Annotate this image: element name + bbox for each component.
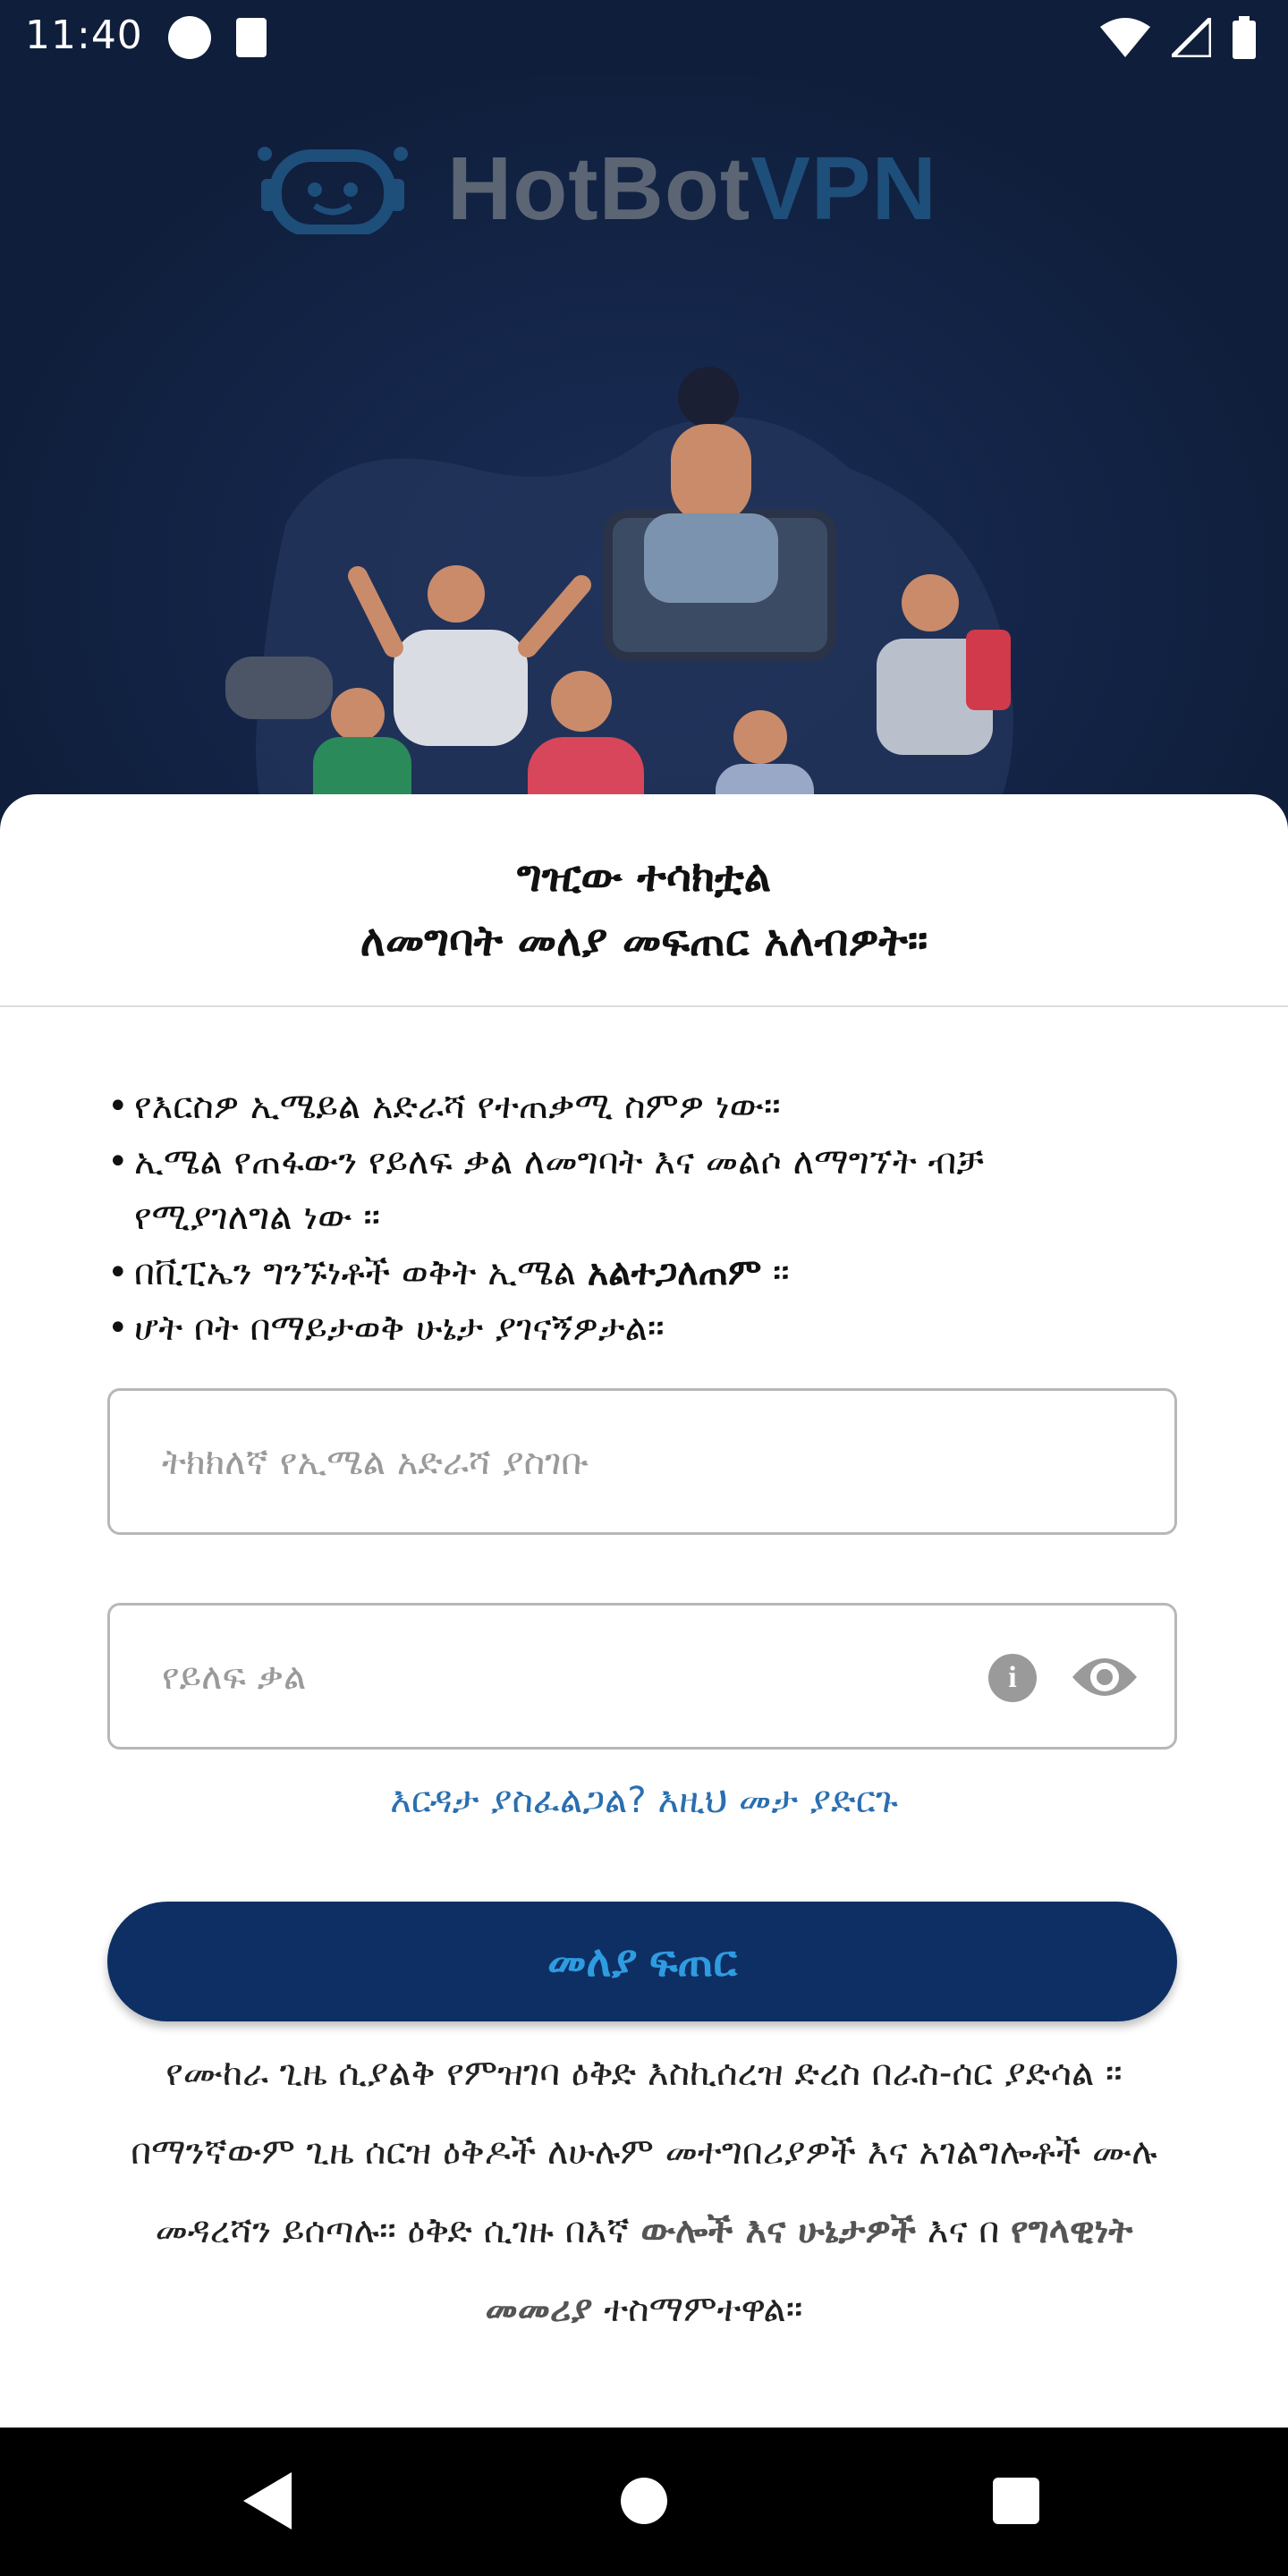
home-circle-icon[interactable] xyxy=(621,2478,667,2524)
recents-square-icon[interactable] xyxy=(993,2478,1039,2524)
eye-icon[interactable] xyxy=(1071,1652,1139,1702)
bullet-item: በቪፒኤን ግንኙነቶች ወቅት ኢሜል አልተጋለጠም ። xyxy=(107,1245,1199,1301)
wifi-icon xyxy=(1100,18,1150,57)
account-sheet: ግዢው ተሳክቷል ለመግባት መለያ መፍጠር አለብዎት። የእርስዎ ኢሜ… xyxy=(0,794,1288,2428)
sheet-title: ግዢው ተሳክቷል ለመግባት መለያ መፍጠር አለብዎት። xyxy=(0,844,1288,973)
back-triangle-icon[interactable] xyxy=(243,2472,292,2529)
info-icon[interactable]: i xyxy=(988,1654,1037,1702)
bullet-item: የእርስዎ ኢሜይል አድራሻ የተጠቃሚ ስምዎ ነው። xyxy=(107,1079,1199,1134)
bullet-item: ሆት ቦት በማይታወቅ ሁኔታ ያገናኝዎታል። xyxy=(107,1301,1199,1356)
sd-card-icon xyxy=(236,18,267,57)
password-field-container: i xyxy=(107,1603,1177,1750)
bullet-item: ኢሜል የጠፋውን የይለፍ ቃል ለመግባት እና መልሶ ለማግኘት ብቻ xyxy=(107,1134,1199,1190)
bullet-continuation: የሚያገለግል ነው ። xyxy=(134,1197,381,1238)
terms-text: የሙከራ ጊዜ ሲያልቅ የምዝገባ ዕቅድ እስኪሰረዝ ድረስ በራስ-ሰር… xyxy=(131,2053,1157,2330)
status-time: 11:40 xyxy=(25,13,143,58)
cell-signal-icon xyxy=(1172,18,1211,57)
app-logo: HotBotVPN xyxy=(256,138,937,241)
terms-link[interactable]: ውሎች እና ሁኔታዎች xyxy=(641,2210,917,2251)
email-field-container xyxy=(107,1388,1177,1535)
notification-badge-icon xyxy=(168,16,211,59)
title-line-2: ለመግባት መለያ መፍጠር አለብዎት። xyxy=(360,916,928,966)
battery-icon xyxy=(1233,16,1256,59)
robot-face-icon xyxy=(256,141,410,238)
bullet-emphasis: አልተጋለጠም xyxy=(587,1252,762,1293)
title-line-1: ግዢው ተሳክቷል xyxy=(516,852,772,902)
email-input[interactable] xyxy=(160,1391,1040,1534)
status-icons-left xyxy=(168,16,267,59)
info-bullets: የእርስዎ ኢሜይል አድራሻ የተጠቃሚ ስምዎ ነው። ኢሜል የጠፋውን … xyxy=(107,1079,1199,1356)
create-account-button[interactable]: መለያ ፍጠር xyxy=(107,1902,1177,2021)
system-nav-bar xyxy=(0,2428,1288,2576)
password-input[interactable] xyxy=(160,1606,933,1749)
status-icons-right xyxy=(1100,16,1256,59)
logo-text: HotBotVPN xyxy=(447,139,937,239)
status-bar: 11:40 xyxy=(0,0,1288,75)
help-link[interactable]: እርዳታ ያስፈልጋል? እዚህ መታ ያድርጉ xyxy=(0,1780,1288,1821)
divider xyxy=(0,1005,1288,1007)
